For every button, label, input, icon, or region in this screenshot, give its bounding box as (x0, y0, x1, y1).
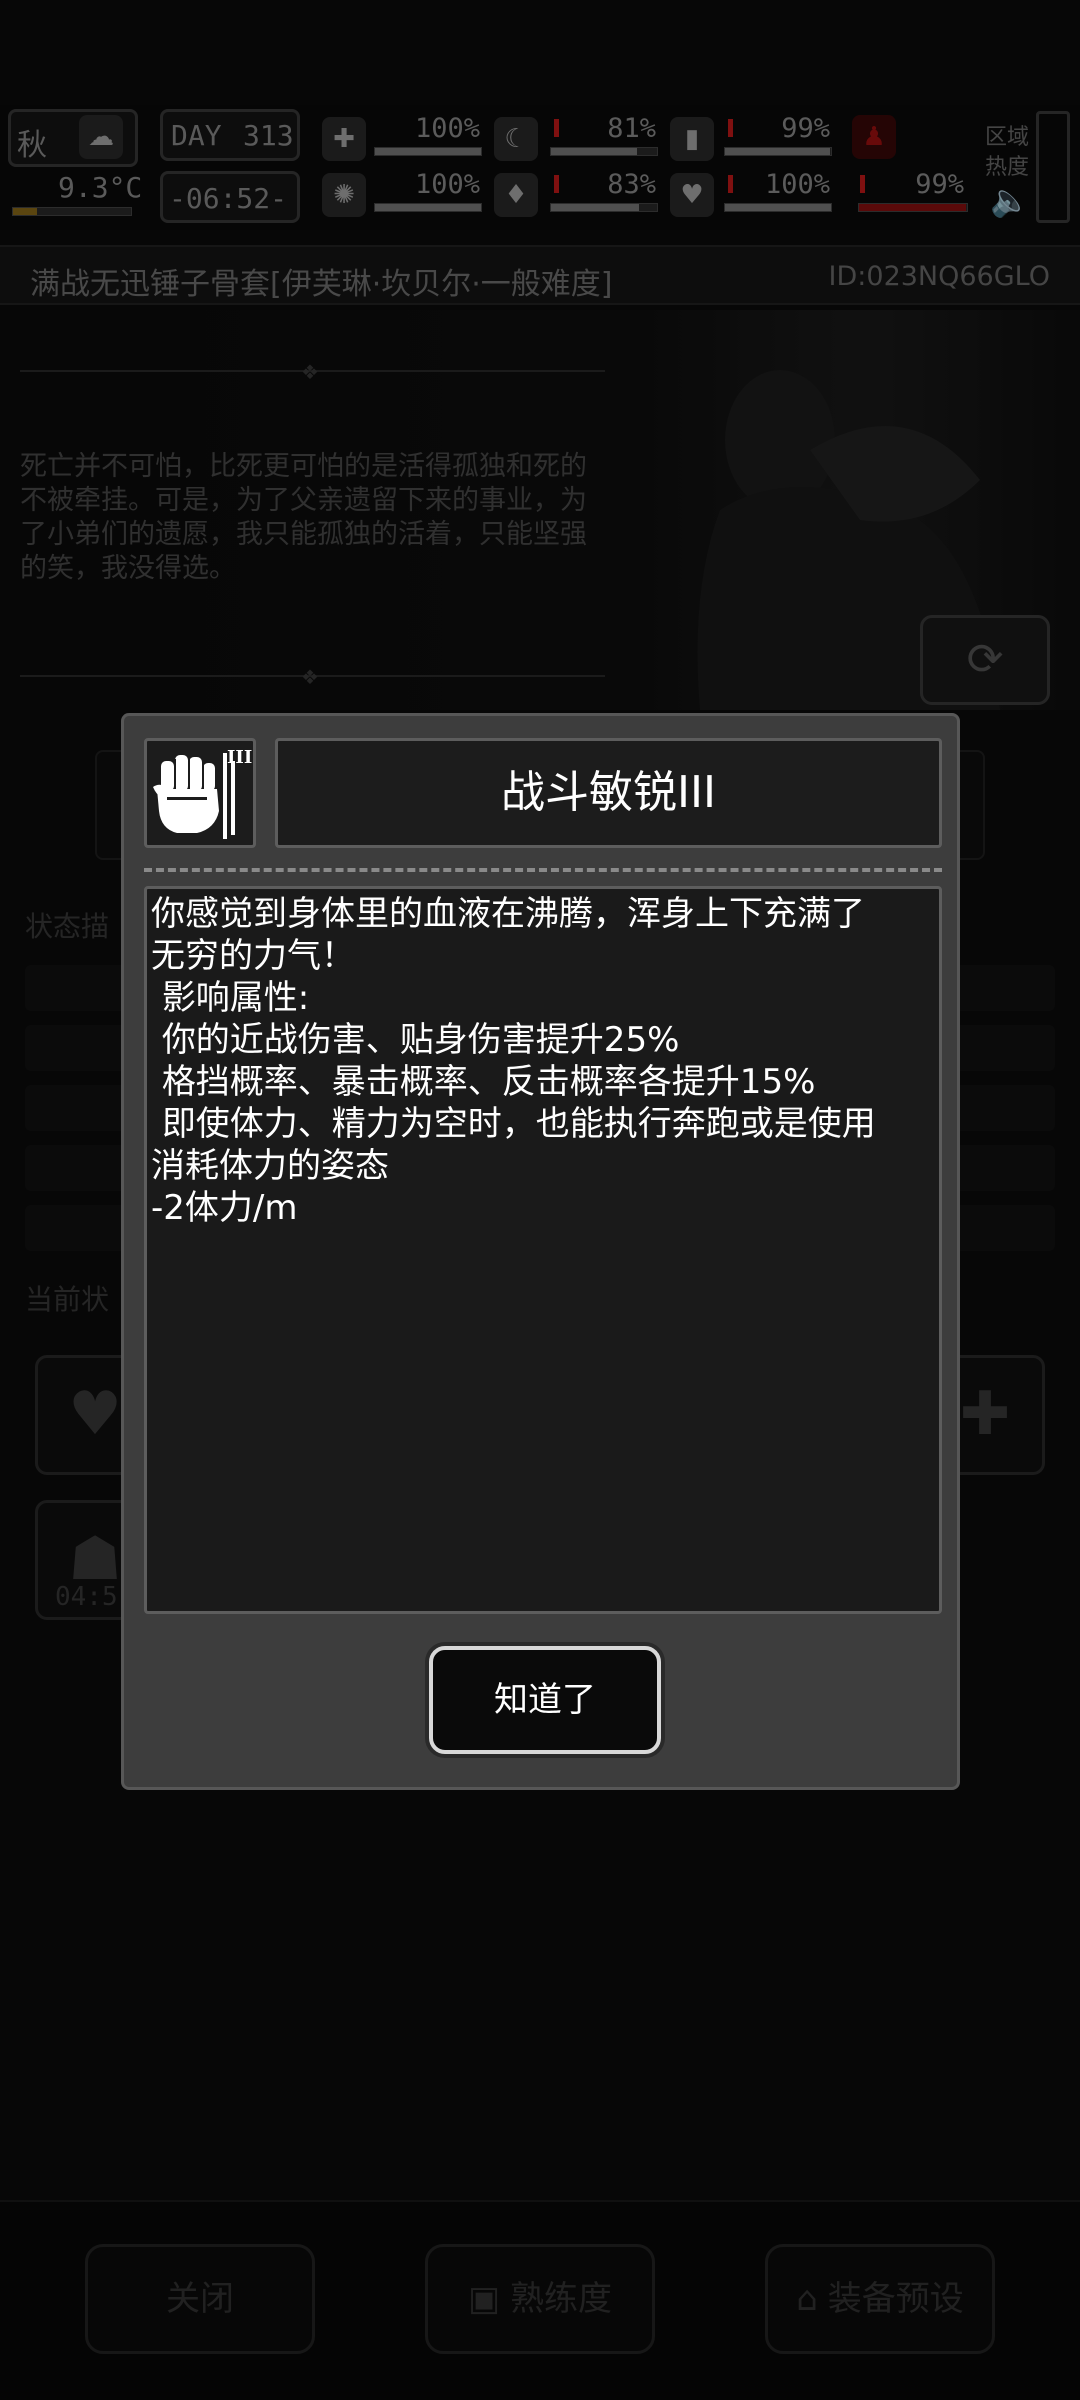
description-line: 消耗体力的姿态 (151, 1146, 389, 1186)
description-line: 无穷的力气！ (151, 936, 355, 976)
skill-info-dialog: III 战斗敏锐III 你感觉到身体里的血液在沸腾，浑身上下充满了 无穷的力气！… (121, 713, 960, 1790)
description-line: 格挡概率、暴击概率、反击概率各提升15% (151, 1062, 816, 1102)
acknowledge-button[interactable]: 知道了 (429, 1646, 661, 1754)
skill-title: 战斗敏锐III (501, 767, 716, 818)
description-line: 你的近战伤害、贴身伤害提升25% (151, 1020, 680, 1060)
dashed-divider (144, 868, 942, 872)
description-line: 你感觉到身体里的血液在沸腾，浑身上下充满了 (151, 894, 865, 934)
skill-description-box: 你感觉到身体里的血液在沸腾，浑身上下充满了 无穷的力气！ 影响属性: 你的近战伤… (144, 886, 942, 1614)
acknowledge-label: 知道了 (494, 1680, 596, 1720)
description-line: 影响属性: (151, 978, 310, 1018)
skill-level-mark: III (227, 747, 253, 768)
skill-title-frame: 战斗敏锐III (275, 738, 942, 848)
skill-icon-frame: III (144, 738, 256, 848)
description-line: 即使体力、精力为空时，也能执行奔跑或是使用 (151, 1104, 876, 1144)
description-line: -2体力/m (151, 1188, 298, 1228)
